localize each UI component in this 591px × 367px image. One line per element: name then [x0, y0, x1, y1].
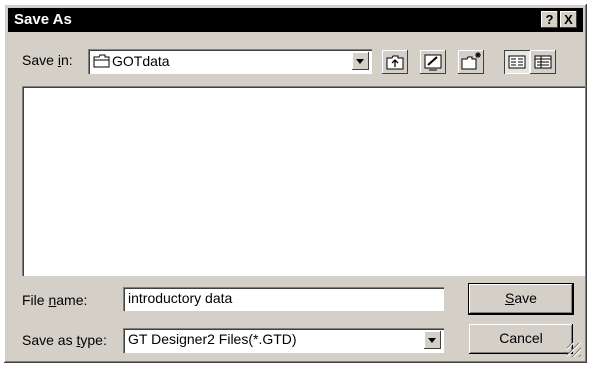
save-in-combo[interactable]: GOTdata — [88, 49, 372, 74]
close-button[interactable]: X — [560, 11, 577, 28]
chevron-down-icon — [356, 59, 364, 64]
details-view-icon — [534, 55, 552, 69]
help-button[interactable]: ? — [541, 11, 558, 28]
save-as-type-value: GT Designer2 Files(*.GTD) — [128, 331, 297, 347]
save-in-value: GOTdata — [112, 53, 170, 69]
desktop-button[interactable] — [420, 50, 446, 74]
details-view-button[interactable] — [530, 50, 556, 74]
up-folder-icon — [386, 55, 404, 70]
file-list[interactable] — [22, 86, 585, 276]
cancel-button[interactable]: Cancel — [469, 324, 573, 354]
file-name-input[interactable]: introductory data — [123, 287, 444, 311]
save-button[interactable]: Save — [468, 283, 574, 315]
new-folder-icon — [461, 52, 481, 70]
save-as-type-label: Save as type: — [22, 332, 107, 348]
save-as-type-dropdown-button[interactable] — [424, 331, 441, 349]
save-in-label: Save in: — [22, 52, 73, 68]
file-name-value: introductory data — [128, 290, 233, 306]
up-one-level-button[interactable] — [382, 50, 408, 74]
dialog-title: Save As — [14, 11, 72, 28]
save-as-type-select[interactable]: GT Designer2 Files(*.GTD) — [123, 328, 444, 353]
save-in-dropdown-button[interactable] — [352, 52, 369, 70]
title-bar[interactable]: Save As ? X — [8, 8, 583, 32]
new-folder-button[interactable] — [458, 50, 484, 74]
chevron-down-icon — [428, 338, 436, 343]
folder-icon — [93, 54, 110, 68]
desktop-icon — [424, 54, 442, 71]
save-as-dialog: Save As ? X Save in: GOTdata File name: … — [4, 4, 587, 363]
list-view-button[interactable] — [504, 50, 530, 74]
list-view-icon — [508, 55, 526, 69]
resize-grip[interactable] — [567, 343, 581, 357]
file-name-label: File name: — [22, 292, 88, 308]
